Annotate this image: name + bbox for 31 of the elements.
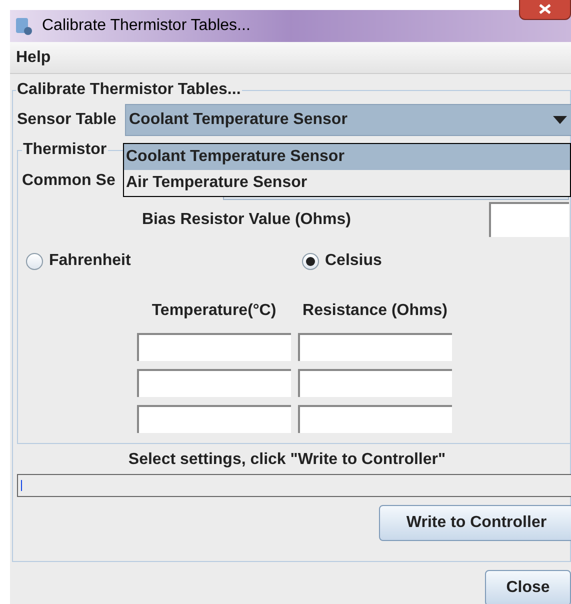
radio-label: Celsius — [325, 251, 382, 271]
radio-button[interactable] — [302, 252, 319, 270]
close-icon — [539, 4, 551, 14]
column-header: Resistance (Ohms) — [302, 301, 448, 321]
input-field[interactable] — [489, 202, 569, 237]
input-field[interactable] — [298, 405, 452, 433]
radio-label: Fahrenheit — [49, 251, 131, 271]
window-title: Calibrate Thermistor Tables... — [42, 16, 250, 36]
thermistor-group-title: Thermistor — [22, 140, 108, 160]
sensor-table-dropdown[interactable]: Coolant Temperature Sensor — [125, 104, 571, 136]
status-message: Select settings, click "Write to Controller" — [127, 450, 447, 470]
dropdown-option[interactable]: Coolant Temperature Sensor — [124, 144, 570, 170]
column-header: Temperature(°C) — [150, 301, 278, 321]
dropdown-option[interactable]: Air Temperature Sensor — [124, 170, 570, 196]
input-field[interactable] — [137, 405, 291, 433]
sensor-table-label: Sensor Table — [17, 110, 118, 130]
input-field[interactable] — [298, 369, 452, 397]
group-title: Calibrate Thermistor Tables... — [16, 80, 242, 100]
dropdown-arrow-icon — [552, 115, 568, 125]
common-sensor-label: Common Se — [22, 171, 116, 191]
input-field[interactable] — [298, 333, 452, 361]
close-window-button[interactable] — [519, 0, 571, 20]
write-button[interactable]: Write to Controller — [379, 505, 571, 541]
input-field[interactable] — [137, 369, 291, 397]
app-icon — [14, 16, 34, 36]
bias-resistor-label: Bias Resistor Value (Ohms) — [142, 210, 352, 230]
close-button[interactable]: Close — [485, 570, 571, 604]
menu-item[interactable]: Help — [16, 46, 51, 70]
radio-button[interactable] — [26, 252, 43, 270]
input-field[interactable] — [137, 333, 291, 361]
dropdown-value: Coolant Temperature Sensor — [129, 110, 348, 130]
